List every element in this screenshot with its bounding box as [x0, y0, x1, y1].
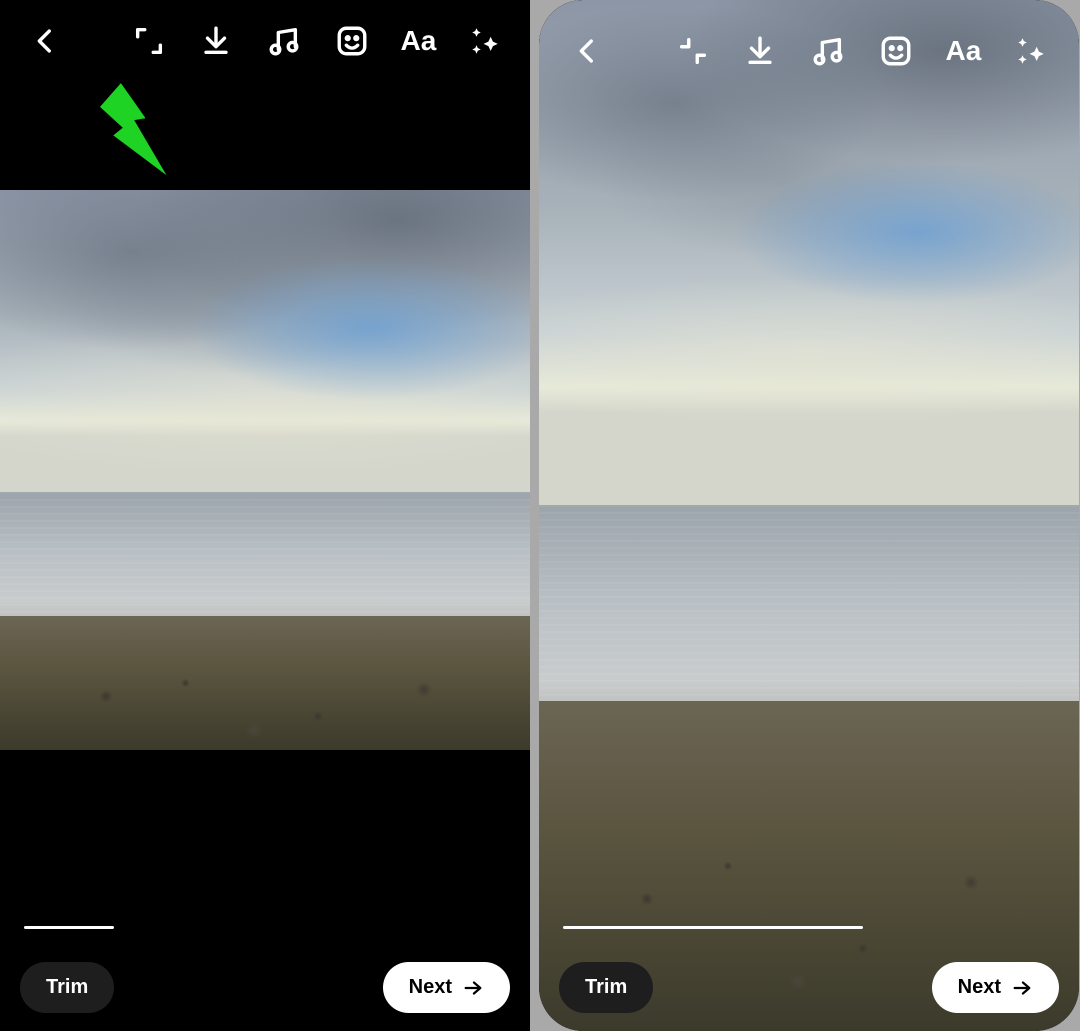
sparkle-icon: [1014, 34, 1048, 68]
story-media-preview[interactable]: [0, 190, 530, 750]
sticker-button[interactable]: [878, 32, 914, 70]
trim-button[interactable]: Trim: [559, 962, 653, 1013]
story-editor-screen-right: Aa Trim Next: [539, 0, 1079, 1031]
arrow-right-icon: [1011, 977, 1033, 999]
next-button[interactable]: Next: [932, 962, 1059, 1013]
trim-button-label: Trim: [46, 976, 88, 999]
video-progress-indicator[interactable]: [563, 926, 863, 929]
effects-button[interactable]: [466, 22, 504, 60]
sparkle-icon: [468, 24, 502, 58]
music-button[interactable]: [810, 32, 846, 70]
story-media-preview[interactable]: [539, 0, 1079, 1031]
editor-toolbar: Aa: [0, 22, 530, 60]
trim-button[interactable]: Trim: [20, 962, 114, 1013]
next-button[interactable]: Next: [383, 962, 510, 1013]
next-button-label: Next: [958, 976, 1001, 999]
sticker-icon: [879, 34, 913, 68]
download-button[interactable]: [742, 32, 778, 70]
video-progress-indicator[interactable]: [24, 926, 114, 929]
music-icon: [811, 34, 845, 68]
expand-icon: [132, 24, 166, 58]
download-icon: [199, 24, 233, 58]
download-icon: [743, 34, 777, 68]
text-tool-button[interactable]: Aa: [401, 25, 437, 57]
crop-collapse-button[interactable]: [675, 32, 711, 70]
crop-expand-button[interactable]: [130, 22, 168, 60]
effects-button[interactable]: [1013, 32, 1049, 70]
story-editor-screen-left: Aa Trim Next: [0, 0, 530, 1031]
editor-toolbar: Aa: [539, 32, 1079, 70]
download-button[interactable]: [197, 22, 235, 60]
sticker-button[interactable]: [333, 22, 371, 60]
annotation-arrow-icon: [100, 80, 195, 185]
trim-button-label: Trim: [585, 976, 627, 999]
back-button[interactable]: [569, 32, 605, 70]
back-button[interactable]: [26, 22, 64, 60]
arrow-right-icon: [462, 977, 484, 999]
sticker-icon: [335, 24, 369, 58]
editor-bottom-bar: Trim Next: [0, 962, 530, 1013]
next-button-label: Next: [409, 976, 452, 999]
editor-bottom-bar: Trim Next: [539, 962, 1079, 1013]
text-tool-button[interactable]: Aa: [946, 35, 982, 67]
collapse-icon: [676, 34, 710, 68]
music-button[interactable]: [265, 22, 303, 60]
music-icon: [267, 24, 301, 58]
